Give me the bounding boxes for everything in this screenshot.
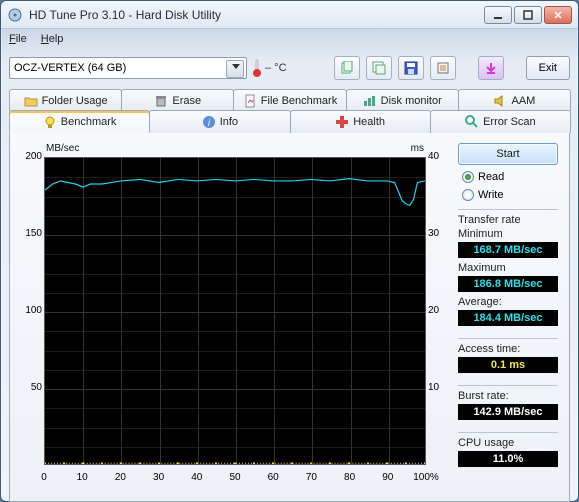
tab-disk-monitor[interactable]: Disk monitor <box>346 89 459 111</box>
y-left-tick: 50 <box>20 382 42 393</box>
cpu-usage-value: 11.0% <box>458 451 558 467</box>
average-value: 184.4 MB/sec <box>458 310 558 326</box>
x-tick: 40 <box>191 472 202 483</box>
tab-health[interactable]: Health <box>290 110 431 133</box>
benchmark-chart: MB/sec ms 50 100 150 200 10 20 30 40 0 10 20 30 40 50… <box>20 143 450 483</box>
trash-icon <box>154 94 168 108</box>
x-tick: 50 <box>229 472 240 483</box>
x-tick: 10 <box>77 472 88 483</box>
temperature-value: – °C <box>265 62 287 74</box>
access-time-label: Access time: <box>458 343 558 355</box>
tab-benchmark[interactable]: Benchmark <box>9 110 150 133</box>
y-left-tick: 100 <box>20 305 42 316</box>
x-tick: 0 <box>41 472 47 483</box>
thermometer-icon <box>253 59 261 77</box>
x-tick: 30 <box>153 472 164 483</box>
minimize-tray-button[interactable] <box>478 56 504 80</box>
magnifier-icon <box>465 115 479 129</box>
x-tick: 70 <box>306 472 317 483</box>
x-tick: 80 <box>344 472 355 483</box>
results-panel: Start Read Write Transfer rate Minimum 1… <box>458 143 558 491</box>
radio-icon <box>462 171 474 183</box>
window-title: HD Tune Pro 3.10 - Hard Disk Utility <box>29 8 484 22</box>
burst-rate-value: 142.9 MB/sec <box>458 404 558 420</box>
tab-info[interactable]: i Info <box>149 110 290 133</box>
maximum-value: 186.8 MB/sec <box>458 276 558 292</box>
titlebar[interactable]: HD Tune Pro 3.10 - Hard Disk Utility <box>1 1 578 29</box>
menubar: File Help <box>1 29 578 49</box>
x-tick: 90 <box>382 472 393 483</box>
chart-traces <box>45 158 425 464</box>
y-axis-right-label: ms <box>411 143 424 154</box>
y-right-tick: 40 <box>428 151 450 162</box>
tab-erase[interactable]: Erase <box>121 89 234 111</box>
save-button[interactable] <box>398 56 424 80</box>
start-button[interactable]: Start <box>458 143 558 165</box>
y-axis-left-label: MB/sec <box>46 143 79 154</box>
maximum-label: Maximum <box>458 262 558 274</box>
burst-rate-label: Burst rate: <box>458 390 558 402</box>
app-window: HD Tune Pro 3.10 - Hard Disk Utility Fil… <box>0 0 579 502</box>
maximize-button[interactable] <box>514 6 542 24</box>
minimum-label: Minimum <box>458 228 558 240</box>
health-icon <box>335 115 349 129</box>
cpu-usage-label: CPU usage <box>458 437 558 449</box>
y-right-tick: 20 <box>428 305 450 316</box>
transfer-rate-label: Transfer rate <box>458 214 558 226</box>
write-radio[interactable]: Write <box>458 189 558 201</box>
y-right-tick: 30 <box>428 228 450 239</box>
chevron-down-icon <box>232 64 240 69</box>
folder-icon <box>24 94 38 108</box>
access-time-value: 0.1 ms <box>458 357 558 373</box>
drive-select[interactable]: OCZ-VERTEX (64 GB) <box>9 57 247 79</box>
copy-screenshot-button[interactable] <box>366 56 392 80</box>
info-icon: i <box>202 115 216 129</box>
drive-select-value: OCZ-VERTEX (64 GB) <box>14 62 126 74</box>
tab-file-benchmark[interactable]: File Benchmark <box>233 89 346 111</box>
read-radio[interactable]: Read <box>458 171 558 183</box>
average-label: Average: <box>458 296 558 308</box>
menu-help[interactable]: Help <box>41 33 64 45</box>
minimize-button[interactable] <box>484 6 512 24</box>
x-tick: 20 <box>115 472 126 483</box>
options-button[interactable] <box>430 56 456 80</box>
bulb-icon <box>43 115 57 129</box>
temperature-display: – °C <box>253 59 287 77</box>
exit-button[interactable]: Exit <box>526 56 570 80</box>
close-button[interactable] <box>544 6 572 24</box>
y-left-tick: 150 <box>20 228 42 239</box>
app-icon <box>7 7 23 23</box>
speaker-icon <box>493 94 507 108</box>
minimum-value: 168.7 MB/sec <box>458 242 558 258</box>
tab-content: MB/sec ms 50 100 150 200 10 20 30 40 0 10 20 30 40 50… <box>9 132 570 502</box>
tab-area: Folder Usage Erase File Benchmark Disk m… <box>9 89 570 502</box>
x-tick: 100% <box>413 472 439 483</box>
menu-file[interactable]: File <box>9 33 27 45</box>
toolbar: OCZ-VERTEX (64 GB) – °C Exit <box>9 51 570 85</box>
y-right-tick: 10 <box>428 382 450 393</box>
tab-folder-usage[interactable]: Folder Usage <box>9 89 122 111</box>
radio-icon <box>462 189 474 201</box>
x-tick: 60 <box>268 472 279 483</box>
monitor-icon <box>363 94 377 108</box>
copy-info-button[interactable] <box>334 56 360 80</box>
tab-aam[interactable]: AAM <box>458 89 571 111</box>
tab-error-scan[interactable]: Error Scan <box>430 110 571 133</box>
y-left-tick: 200 <box>20 151 42 162</box>
file-benchmark-icon <box>243 94 257 108</box>
